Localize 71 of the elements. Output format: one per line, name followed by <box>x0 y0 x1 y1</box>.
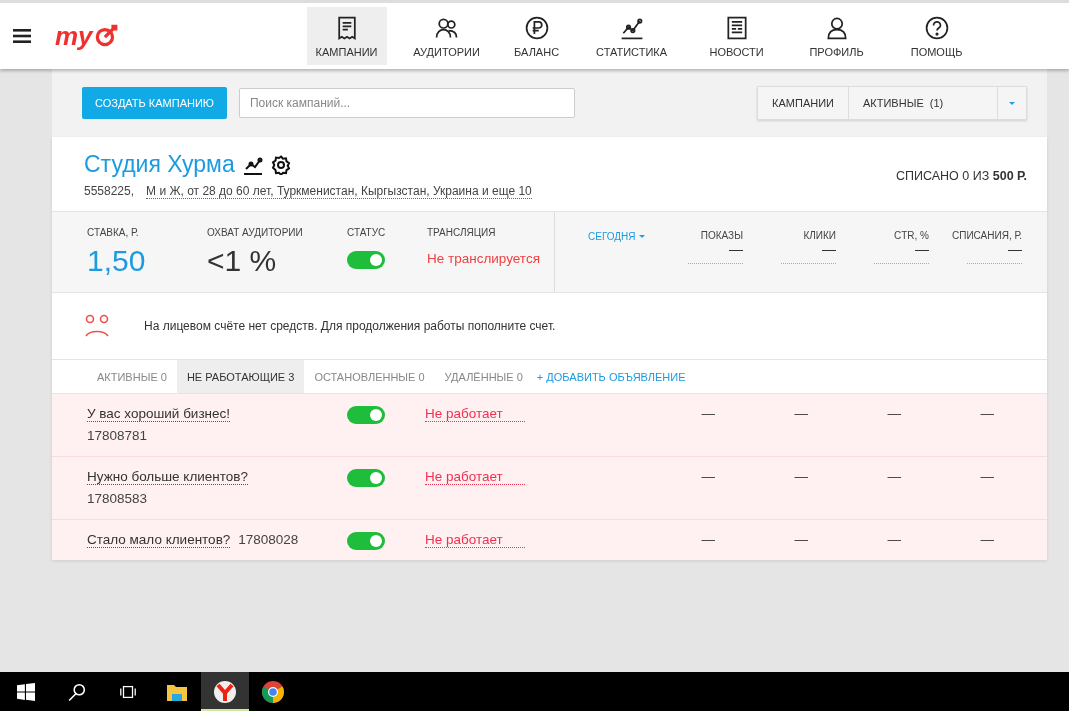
settings-icon[interactable] <box>270 154 291 175</box>
stat-value: — <box>793 532 808 547</box>
logo-text[interactable]: my <box>55 23 93 49</box>
search-field[interactable]: Поиск кампаний... <box>238 88 575 118</box>
stat-value: — <box>688 241 743 264</box>
ad-title[interactable]: Стало мало клиентов? <box>87 532 231 548</box>
ad-id: 17808781 <box>87 428 149 443</box>
stat-value: — <box>886 469 901 484</box>
ad-title[interactable]: У вас хороший бизнес! <box>87 406 231 422</box>
stat-value: — <box>979 406 994 421</box>
stat-value: — <box>700 532 715 547</box>
stat-label: CTR, % <box>894 230 929 241</box>
ad-status[interactable]: Не работает <box>425 532 525 548</box>
stat-value: — <box>979 469 994 484</box>
stat-value: — <box>793 406 808 421</box>
caret-icon[interactable] <box>1009 101 1015 105</box>
nav-tab[interactable]: ПРОФИЛЬ <box>776 7 897 65</box>
stat-value: — <box>700 469 715 484</box>
stat-value: — <box>874 241 929 264</box>
stat-label: СПИСАНИЯ, Р. <box>952 230 1022 241</box>
nav-tab[interactable]: КАМПАНИИ <box>306 7 387 65</box>
metric-label: ТРАНСЛЯЦИЯ <box>427 227 497 238</box>
chrome-icon <box>261 679 285 704</box>
filter-control[interactable]: КАМПАНИИ АКТИВНЫЕ (1) <box>757 86 1027 120</box>
broadcast-status: Не транслируется <box>427 251 540 266</box>
search-icon[interactable] <box>68 682 86 701</box>
targeting-link[interactable]: М и Ж, от 28 до 60 лет, Туркменистан, Кыргызстан, Украина и еще 10 <box>146 184 532 199</box>
stat-value: — <box>793 469 808 484</box>
ad-toggle[interactable] <box>347 406 385 424</box>
ad-toggle[interactable] <box>347 532 385 550</box>
nav-tab[interactable]: ПОМОЩЬ <box>896 7 977 65</box>
stat-value: — <box>886 532 901 547</box>
ad-id: 17808583 <box>87 491 149 506</box>
browser-icon <box>213 679 237 704</box>
ad-tab[interactable]: ОСТАНОВЛЕННЫЕ 0 <box>304 360 435 393</box>
notice-text: На лицевом счёте нет средств. Для продолжения работы пополните счет. <box>144 319 556 333</box>
nav-tab[interactable]: АУДИТОРИИ <box>386 7 507 65</box>
nav-tab[interactable]: НОВОСТИ <box>696 7 777 65</box>
filter-value: АКТИВНЫЕ (1) <box>849 87 998 119</box>
rate-value: 1,50 <box>87 246 147 276</box>
status-toggle[interactable] <box>347 251 385 269</box>
ruble-icon <box>523 14 550 41</box>
filter-label: КАМПАНИИ <box>758 87 849 119</box>
stat-value: — <box>700 406 715 421</box>
stat-label: ПОКАЗЫ <box>700 230 743 241</box>
campaign-id: 5558225, <box>84 184 135 199</box>
ad-id: 17808028 <box>238 532 299 548</box>
help-icon <box>923 14 950 41</box>
ad-tab[interactable]: УДАЛЁННЫЕ 0 <box>434 360 533 393</box>
stat-value: — <box>886 406 901 421</box>
nav-tab[interactable]: БАЛАНС <box>506 7 567 65</box>
stat-value: — <box>967 241 1022 264</box>
stat-value: — <box>979 532 994 547</box>
metric-label: СТАТУС <box>347 227 387 238</box>
caret-icon <box>638 234 645 238</box>
ad-status[interactable]: Не работает <box>425 406 525 422</box>
ad-tab[interactable]: АКТИВНЫЕ 0 <box>87 360 177 393</box>
metric-label: ОХВАТ АУДИТОРИИ <box>207 227 304 238</box>
metric-label: СТАВКА, Р. <box>87 227 140 238</box>
windows-start-icon[interactable] <box>17 682 35 701</box>
taskbar-app-button[interactable] <box>201 672 249 711</box>
reach-value: <1 % <box>207 246 278 276</box>
nav-tab[interactable]: СТАТИСТИКА <box>566 7 697 65</box>
menu-icon[interactable] <box>13 29 31 43</box>
ad-tab[interactable]: НЕ РАБОТАЮЩИЕ 3 <box>176 360 305 393</box>
ad-title[interactable]: Нужно больше клиентов? <box>87 469 248 485</box>
stat-value: — <box>781 241 836 264</box>
spent-amount: СПИСАНО 0 ИЗ 500 Р. <box>896 169 1027 183</box>
ad-toggle[interactable] <box>347 469 385 487</box>
stat-label: КЛИКИ <box>803 230 836 241</box>
ad-status[interactable]: Не работает <box>425 469 525 485</box>
